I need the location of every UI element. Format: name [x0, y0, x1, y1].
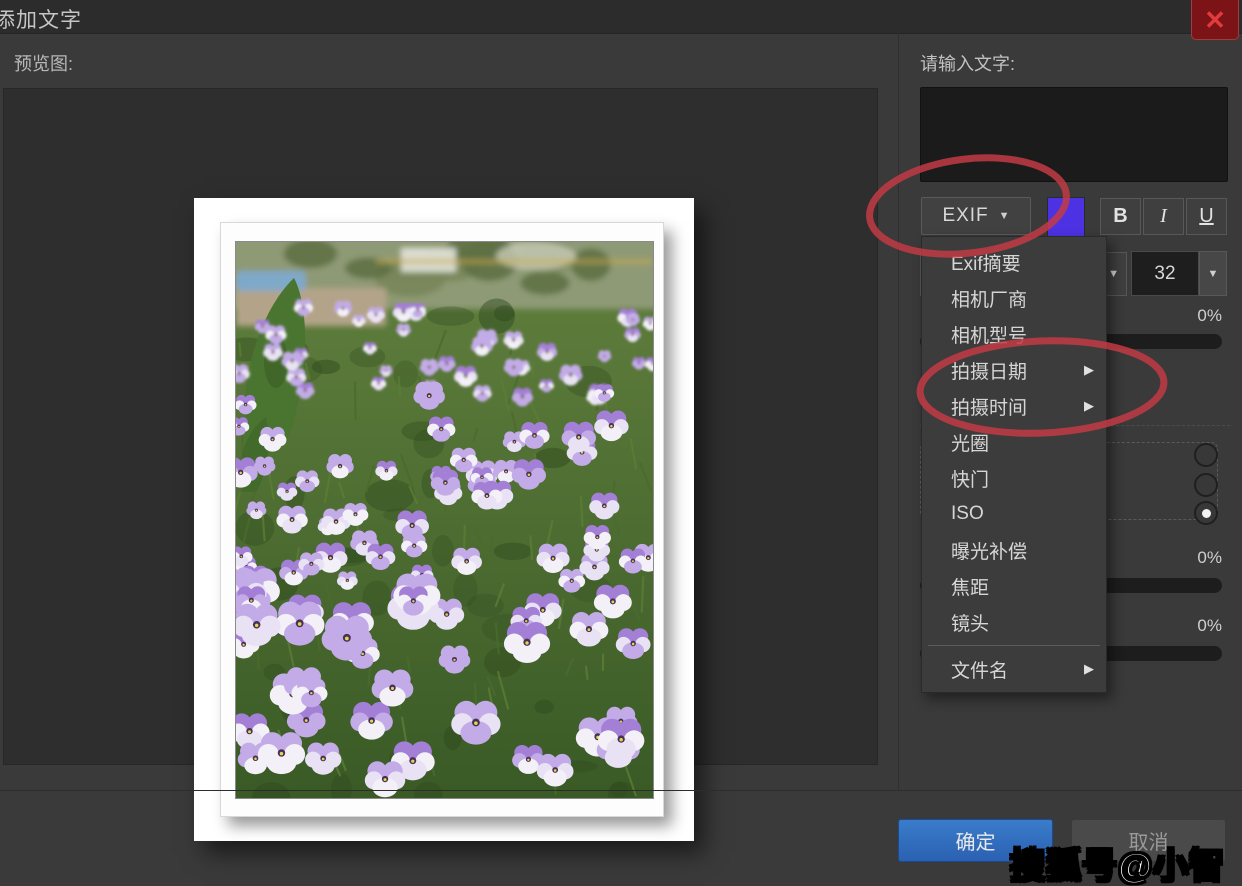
slider-value-2: 0% [1197, 548, 1222, 568]
preview-label: 预览图: [14, 50, 73, 76]
slider-value-1: 0% [1197, 306, 1222, 326]
menu-item-label: ISO [951, 503, 1094, 525]
menu-item-label: 镜头 [951, 609, 1094, 636]
menu-item-光圈[interactable]: 光圈 [922, 424, 1106, 460]
text-input[interactable] [920, 87, 1228, 182]
color-swatch[interactable] [1047, 197, 1085, 238]
menu-item-label: 相机厂商 [951, 285, 1094, 312]
flower-photo [236, 242, 653, 798]
chevron-down-icon: ▼ [1208, 268, 1219, 280]
window-title: 添加文字 [0, 4, 82, 34]
menu-item-相机型号[interactable]: 相机型号 [922, 316, 1106, 352]
text-input-label: 请输入文字: [920, 50, 1015, 76]
footer-divider [0, 790, 1242, 791]
menu-item-文件名[interactable]: 文件名▶ [922, 651, 1106, 687]
slider-value-3: 0% [1197, 616, 1222, 636]
menu-item-label: 拍摄日期 [951, 357, 1084, 384]
font-size-value[interactable]: 32 [1131, 251, 1199, 296]
menu-item-label: 快门 [951, 465, 1094, 492]
menu-item-label: 拍摄时间 [951, 393, 1084, 420]
close-icon: ✕ [1204, 5, 1226, 36]
menu-item-label: 焦距 [951, 573, 1094, 600]
radio-dot [1202, 509, 1211, 518]
submenu-arrow-icon: ▶ [1084, 661, 1094, 677]
menu-item-Exif摘要[interactable]: Exif摘要 [922, 244, 1106, 280]
radio-button-1[interactable] [1194, 443, 1218, 467]
submenu-arrow-icon: ▶ [1084, 398, 1094, 414]
menu-item-拍摄日期[interactable]: 拍摄日期▶ [922, 352, 1106, 388]
menu-item-相机厂商[interactable]: 相机厂商 [922, 280, 1106, 316]
font-size-dropdown-button[interactable]: ▼ [1199, 251, 1227, 296]
preview-area [3, 88, 878, 765]
radio-button-3[interactable] [1194, 501, 1218, 525]
bold-button[interactable]: B [1100, 198, 1141, 235]
menu-item-label: 曝光补偿 [951, 537, 1094, 564]
submenu-arrow-icon: ▶ [1084, 362, 1094, 378]
watermark: 搜狐号@小智888 [1010, 838, 1242, 886]
exif-dropdown-button[interactable]: EXIF ▼ [921, 197, 1031, 235]
window-titlebar: 添加文字 [0, 0, 1242, 34]
menu-separator [928, 645, 1100, 646]
photo-frame [220, 222, 664, 817]
exif-button-label: EXIF [942, 205, 988, 227]
flower-photo-wrap [235, 241, 654, 799]
panel-divider [898, 33, 899, 790]
chevron-down-icon: ▼ [999, 210, 1010, 222]
menu-item-ISO[interactable]: ISO [922, 496, 1106, 532]
chevron-down-icon: ▼ [1108, 268, 1119, 280]
menu-item-label: Exif摘要 [951, 249, 1094, 276]
underline-button[interactable]: U [1186, 198, 1227, 235]
photo-card [194, 198, 694, 841]
menu-item-label: 文件名 [951, 656, 1084, 683]
add-text-dialog: 添加文字 ✕ 预览图: 请输入文字: EXIF ▼ B I U ▼ 32 ▼ 0… [0, 0, 1242, 886]
exif-menu: Exif摘要相机厂商相机型号拍摄日期▶拍摄时间▶光圈快门ISO曝光补偿焦距镜头文… [921, 236, 1107, 693]
menu-item-label: 光圈 [951, 429, 1094, 456]
radio-button-2[interactable] [1194, 473, 1218, 497]
italic-button[interactable]: I [1143, 198, 1184, 235]
menu-item-拍摄时间[interactable]: 拍摄时间▶ [922, 388, 1106, 424]
menu-item-快门[interactable]: 快门 [922, 460, 1106, 496]
menu-item-焦距[interactable]: 焦距 [922, 568, 1106, 604]
close-button[interactable]: ✕ [1191, 0, 1239, 40]
menu-item-镜头[interactable]: 镜头 [922, 604, 1106, 640]
menu-item-曝光补偿[interactable]: 曝光补偿 [922, 532, 1106, 568]
menu-item-label: 相机型号 [951, 321, 1094, 348]
